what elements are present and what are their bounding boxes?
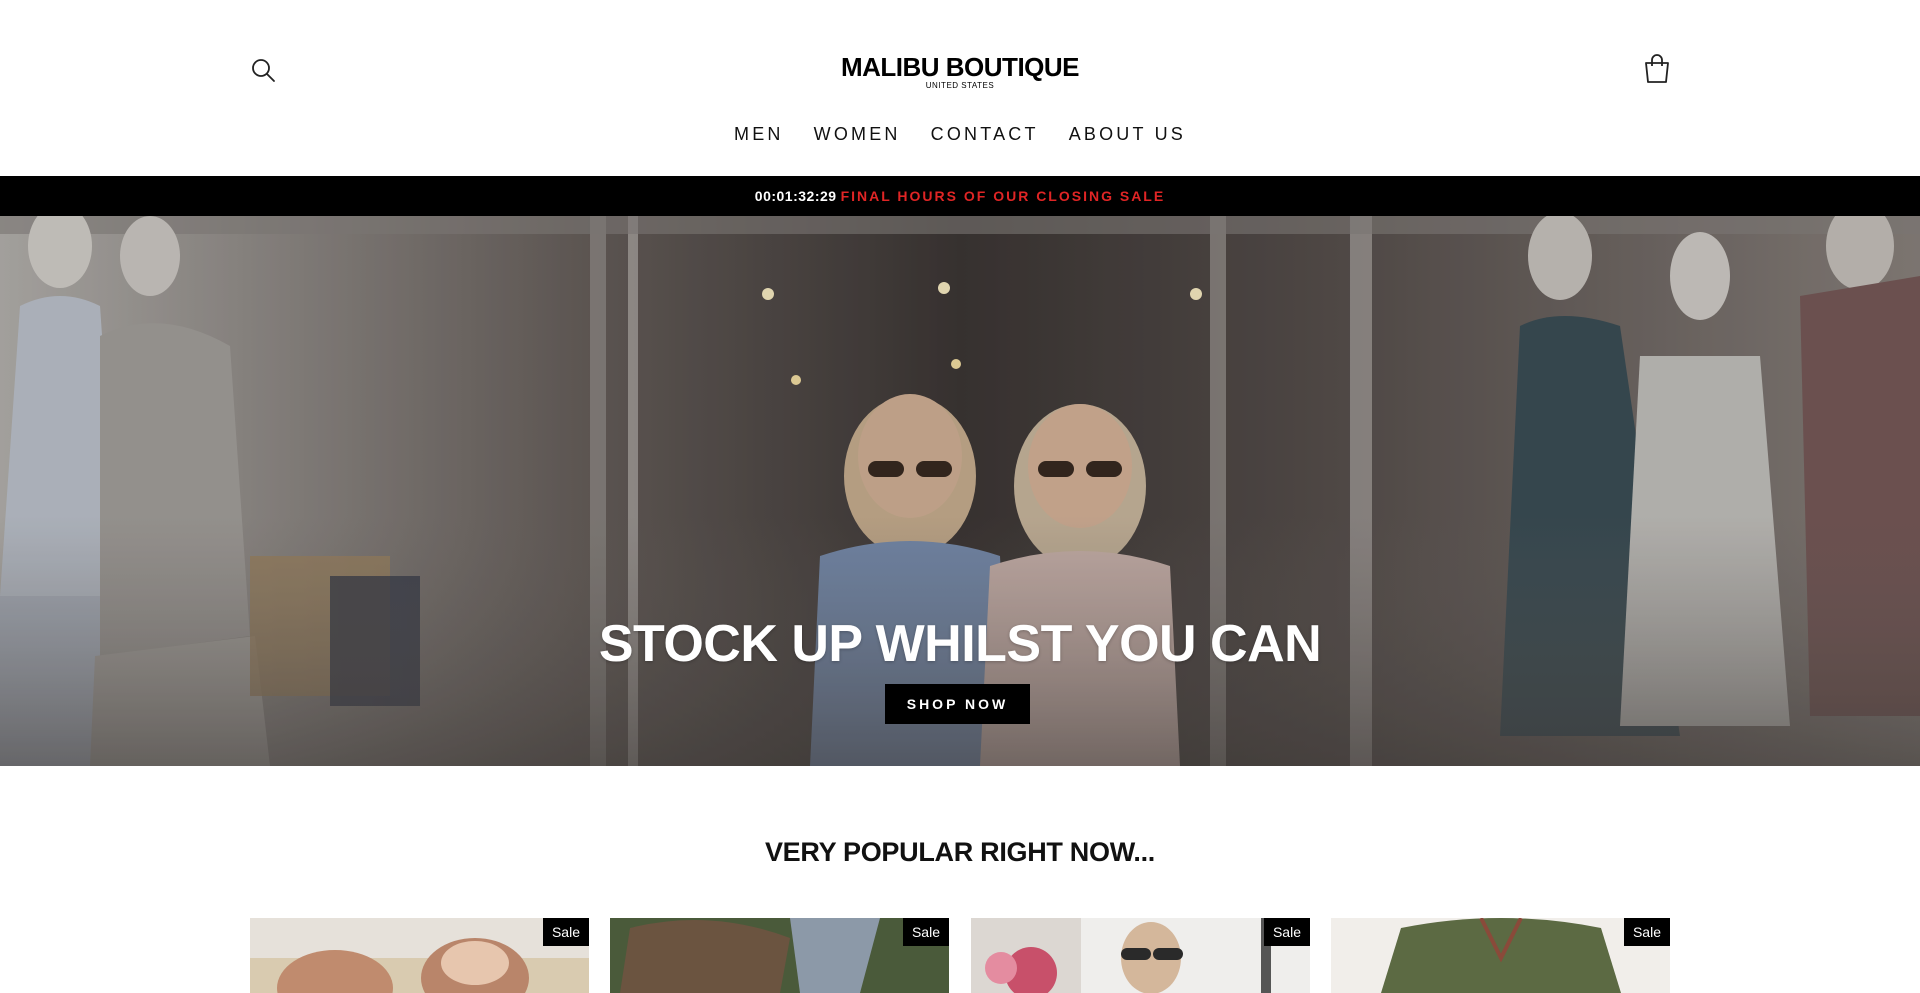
sale-badge: Sale (902, 918, 949, 946)
product-image (610, 918, 949, 993)
brand-subtitle: UNITED STATES (925, 81, 995, 90)
shop-now-button[interactable]: SHOP NOW (885, 684, 1030, 724)
countdown-timer: 00:01:32:29 (754, 188, 837, 204)
cart-button[interactable] (1642, 53, 1672, 85)
product-image (250, 918, 589, 993)
product-grid: Sale Sale Sale Sale (250, 918, 1670, 993)
sale-badge: Sale (542, 918, 589, 946)
announcement-bar: 00:01:32:29 FINAL HOURS OF OUR CLOSING S… (0, 176, 1920, 216)
product-card[interactable]: Sale (971, 918, 1310, 993)
cart-icon (1645, 54, 1669, 83)
product-image (1331, 918, 1670, 993)
site-header: MALIBU BOUTIQUE UNITED STATES MEN WOMEN … (0, 0, 1920, 176)
product-card[interactable]: Sale (1331, 918, 1670, 993)
sale-badge: Sale (1623, 918, 1670, 946)
product-card[interactable]: Sale (250, 918, 589, 993)
main-nav: MEN WOMEN CONTACT ABOUT US (0, 124, 1920, 145)
sale-badge: Sale (1263, 918, 1310, 946)
brand-name: MALIBU BOUTIQUE (840, 52, 1080, 82)
product-card[interactable]: Sale (610, 918, 949, 993)
nav-item-about-us[interactable]: ABOUT US (1069, 124, 1186, 145)
nav-item-men[interactable]: MEN (734, 124, 784, 145)
nav-item-women[interactable]: WOMEN (814, 124, 901, 145)
brand-logo[interactable]: MALIBU BOUTIQUE UNITED STATES (0, 53, 1920, 90)
nav-item-contact[interactable]: CONTACT (931, 124, 1039, 145)
hero-banner: STOCK UP WHILST YOU CAN SHOP NOW (0, 216, 1920, 766)
product-image (971, 918, 1310, 993)
hero-title: STOCK UP WHILST YOU CAN (598, 615, 1322, 673)
announcement-message[interactable]: FINAL HOURS OF OUR CLOSING SALE (841, 188, 1166, 204)
popular-section-title: VERY POPULAR RIGHT NOW... (764, 837, 1156, 867)
